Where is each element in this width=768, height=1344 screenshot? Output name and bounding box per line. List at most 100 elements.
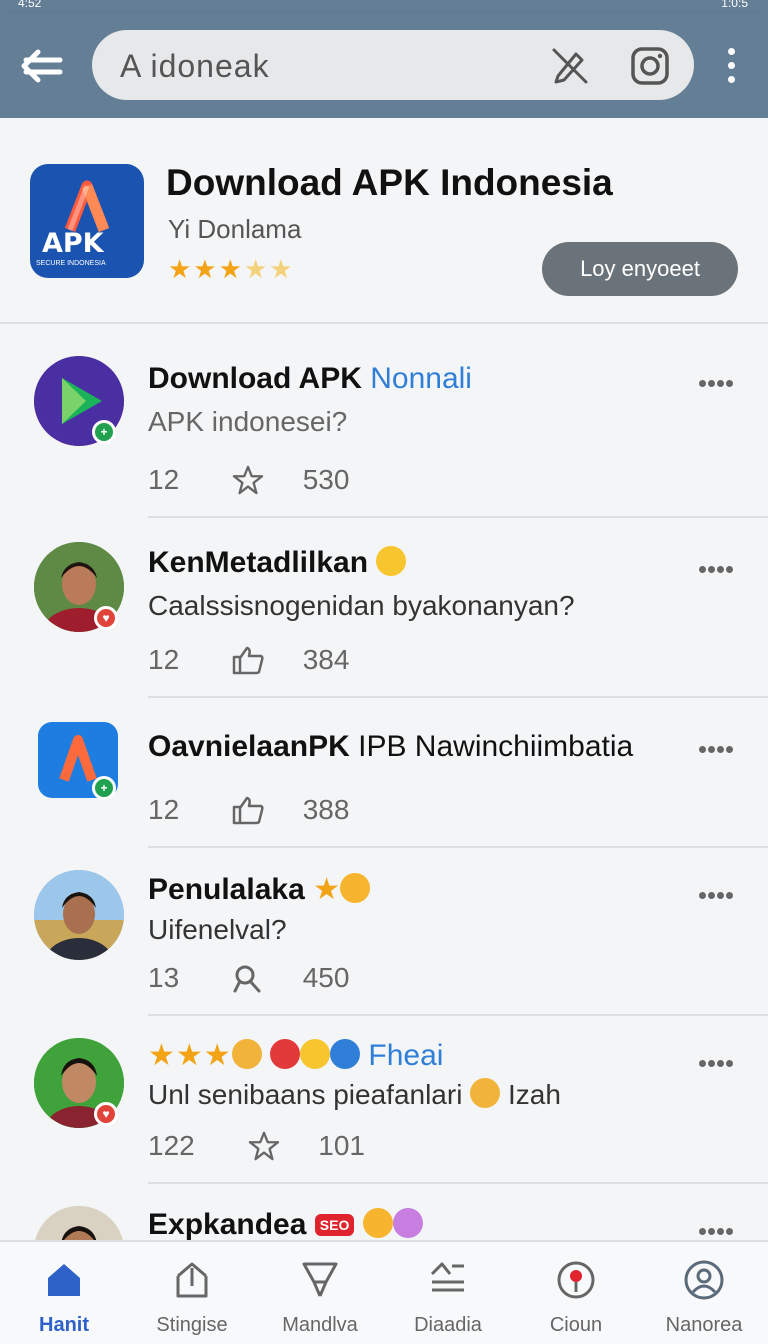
edit-off-button[interactable] xyxy=(550,46,590,86)
item-metrics: 13 450 xyxy=(148,960,349,994)
nav-label: Hanit xyxy=(39,1314,89,1336)
home-icon xyxy=(48,1264,80,1296)
instagram-icon xyxy=(631,47,669,85)
count-a: 13 xyxy=(148,961,180,993)
feed-item[interactable]: + Download APK Nonnali APK indonesei? 12… xyxy=(0,326,768,518)
feed-item[interactable]: ♥ KenMetadlilkan Caalssisnogenidan byako… xyxy=(0,518,768,698)
bottom-navigation: Hanit Stingise Mandlva Diaadia Cioun Nan… xyxy=(0,1240,768,1344)
item-metrics: 12 530 xyxy=(148,462,349,496)
item-message-part: Izah xyxy=(508,1079,561,1110)
status-time: 4:52 xyxy=(18,0,42,10)
emoji-icon xyxy=(340,873,371,903)
location-icon xyxy=(557,1261,595,1299)
item-name-link[interactable]: Fheai xyxy=(368,1039,443,1072)
verified-badge-icon: + xyxy=(92,776,116,800)
more-options-button[interactable] xyxy=(698,1222,738,1235)
cart-icon xyxy=(302,1262,338,1297)
top-app-bar: A idoneak xyxy=(0,14,768,118)
back-button[interactable] xyxy=(16,46,66,86)
search-input[interactable]: A idoneak xyxy=(120,48,270,85)
heart-badge-icon: ♥ xyxy=(94,1102,118,1126)
more-options-button[interactable] xyxy=(698,560,738,573)
cake-emoji-icon xyxy=(231,1039,262,1069)
item-title: Expkandea SEO xyxy=(148,1208,423,1240)
nav-profile[interactable]: Nanorea xyxy=(640,1242,768,1344)
emoji-icon xyxy=(270,1039,301,1069)
more-options-button[interactable] xyxy=(698,740,738,753)
feed-item[interactable]: Expkandea SEO xyxy=(0,1184,768,1240)
count-b: 388 xyxy=(302,793,350,825)
app-title: Download APK Indonesia xyxy=(166,162,613,203)
rating-stars-empty: ★★ xyxy=(243,254,295,284)
search-bar[interactable]: A idoneak xyxy=(92,30,694,100)
item-metrics: 12 388 xyxy=(148,792,349,826)
item-message: Uifenelval? xyxy=(148,914,287,945)
star-icon[interactable] xyxy=(231,465,265,495)
app-subtitle: Yi Donlama xyxy=(168,214,302,244)
item-title: ★★★ Fheai xyxy=(148,1038,443,1073)
star-emoji-icon: ★ xyxy=(313,873,341,906)
count-a: 122 xyxy=(148,1129,195,1161)
count-b: 450 xyxy=(302,961,350,993)
count-a: 12 xyxy=(148,463,180,495)
profile-icon xyxy=(684,1260,724,1300)
nav-label: Cioun xyxy=(549,1314,603,1336)
feed-item[interactable]: Penulalaka ★ Uifenelval? 13 450 xyxy=(0,848,768,1016)
rating-stars: ★★★★★ xyxy=(168,254,295,285)
camera-button[interactable] xyxy=(630,46,670,86)
count-b: 530 xyxy=(302,463,350,495)
item-name: KenMetadlilkan xyxy=(148,546,369,579)
item-title: Penulalaka ★ xyxy=(148,872,371,907)
nav-label: Stingise xyxy=(156,1314,228,1336)
person-photo-icon xyxy=(34,870,124,960)
feed-item[interactable]: ♥ ★★★ Fheai Unl senibaans pieafanlari Iz… xyxy=(0,1016,768,1184)
rating-stars-filled: ★★★ xyxy=(168,254,244,284)
emoji-icon xyxy=(362,1208,393,1238)
item-name: Expkandea xyxy=(148,1208,307,1240)
seo-badge: SEO xyxy=(314,1214,355,1236)
dot-icon xyxy=(727,48,735,55)
pencil-off-icon xyxy=(552,48,588,84)
item-message-part: Unl senibaans pieafanlari xyxy=(148,1079,463,1110)
item-title: OavnielaanPK IPB Nawinchiimbatia xyxy=(148,730,633,764)
overflow-menu-button[interactable] xyxy=(714,48,748,88)
item-name-extra: IPB Nawinchiimbatia xyxy=(358,730,634,763)
emoji-icon xyxy=(300,1039,331,1069)
stars-emoji-icon: ★★★ xyxy=(148,1039,232,1072)
item-metrics: 12 384 xyxy=(148,642,349,676)
thumb-icon[interactable] xyxy=(231,795,265,825)
nav-upload[interactable]: Stingise xyxy=(128,1242,256,1344)
status-right: 1:0:5 xyxy=(721,0,748,10)
item-title: KenMetadlilkan xyxy=(148,546,407,580)
emoji-icon xyxy=(330,1039,361,1069)
dot-icon xyxy=(727,76,735,83)
more-options-button[interactable] xyxy=(698,1054,738,1067)
emoji-icon xyxy=(376,546,407,576)
status-bar: 4:52 1:0:5 xyxy=(0,0,768,14)
thumb-icon[interactable] xyxy=(231,645,265,675)
avatar xyxy=(34,1206,124,1240)
nav-location[interactable]: Cioun xyxy=(512,1242,640,1344)
count-b: 384 xyxy=(302,643,350,675)
heart-badge-icon: ♥ xyxy=(94,606,118,630)
emoji-icon xyxy=(470,1078,501,1108)
nav-shapes[interactable]: Diaadia xyxy=(384,1242,512,1344)
apk-app-icon: APK SECURE INDONESIA xyxy=(30,164,144,278)
more-options-button[interactable] xyxy=(698,374,738,387)
verified-badge-icon: + xyxy=(92,420,116,444)
person-photo-icon xyxy=(34,1206,124,1240)
tool-icon[interactable] xyxy=(231,963,265,993)
feed-item[interactable]: + OavnielaanPK IPB Nawinchiimbatia 12 38… xyxy=(0,698,768,848)
upload-icon xyxy=(176,1262,208,1298)
more-options-button[interactable] xyxy=(698,886,738,899)
nav-home[interactable]: Hanit xyxy=(0,1242,128,1344)
item-title: Download APK Nonnali xyxy=(148,362,472,396)
app-header-card: APK SECURE INDONESIA Download APK Indone… xyxy=(0,118,768,324)
header-action-button[interactable]: Loy enyoeet xyxy=(542,242,738,296)
item-metrics: 122 101 xyxy=(148,1128,365,1162)
star-icon[interactable] xyxy=(247,1131,281,1161)
item-name-link[interactable]: Nonnali xyxy=(370,362,472,395)
app-icon-subtext: SECURE INDONESIA xyxy=(36,260,106,267)
nav-cart[interactable]: Mandlva xyxy=(256,1242,384,1344)
emoji-icon xyxy=(392,1208,423,1238)
